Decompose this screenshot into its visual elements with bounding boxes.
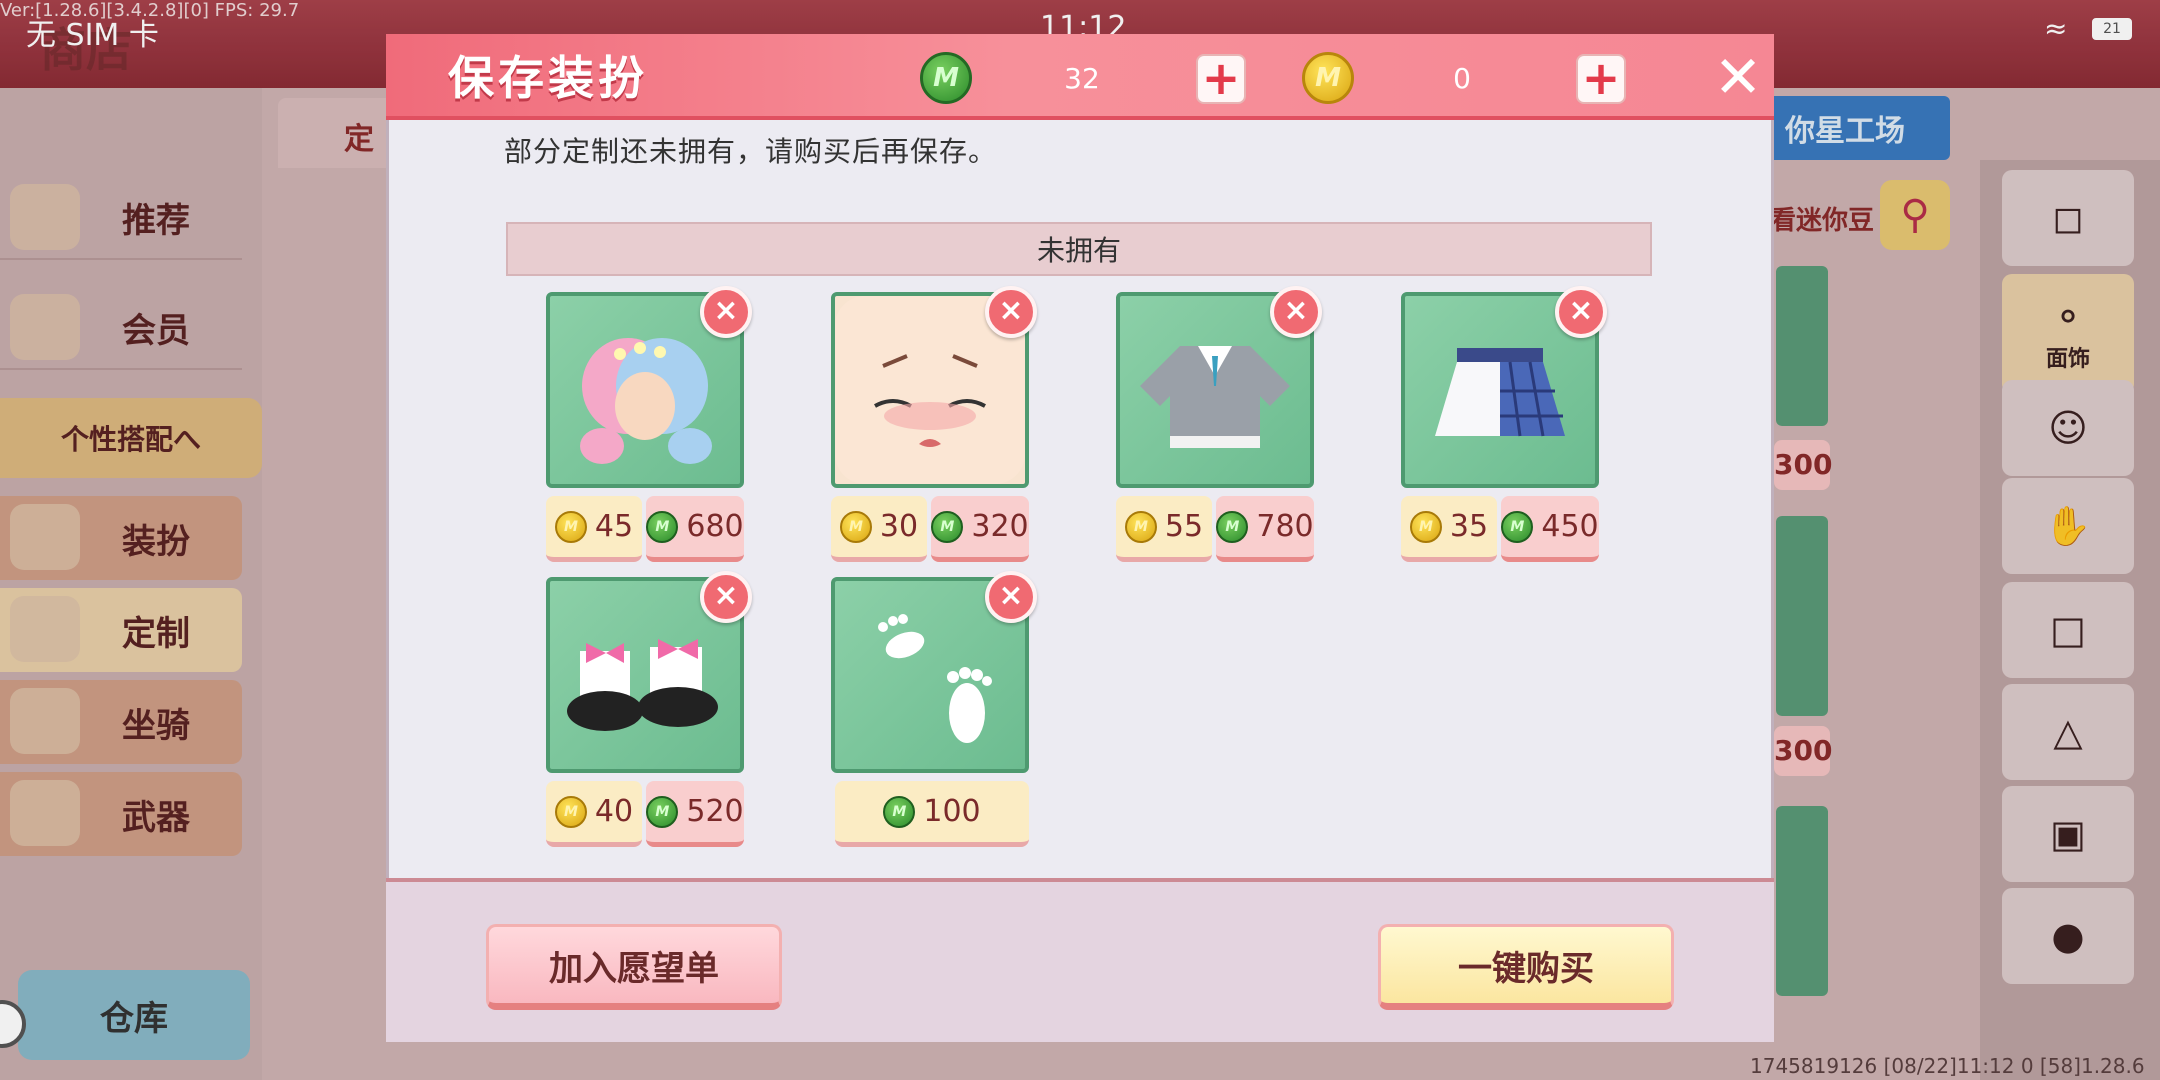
close-button[interactable]: ✕ [1710, 48, 1766, 106]
remove-item-button[interactable]: × [700, 286, 752, 338]
plus-icon: + [1201, 51, 1241, 105]
gem-coin-icon: M [920, 52, 972, 104]
dialog-title: 保存装扮 [448, 51, 648, 105]
remove-item-button[interactable]: × [700, 571, 752, 623]
dialog-message: 部分定制还未拥有，请购买后再保存。 [504, 135, 998, 168]
close-icon: × [713, 293, 739, 328]
gem-coin-icon: M [646, 510, 679, 543]
close-icon: × [713, 578, 739, 613]
gold-price[interactable]: M 45 [546, 496, 642, 562]
gem-price[interactable]: M 320 [931, 496, 1029, 562]
buy-all-button[interactable]: 一键购买 [1378, 924, 1674, 1010]
gold-coin-icon: M [1302, 52, 1354, 104]
gold-price[interactable]: M 35 [1401, 496, 1497, 562]
gem-balance: 32 [1064, 62, 1100, 95]
gold-price[interactable]: M 55 [1116, 496, 1212, 562]
gem-coin-icon: M [1216, 510, 1249, 543]
close-icon: × [1568, 293, 1594, 328]
add-coins-button[interactable]: + [1576, 54, 1626, 104]
coin-balance: 0 [1453, 62, 1471, 95]
gem-coin-icon: M [883, 795, 916, 828]
gem-coin-icon: M [1501, 510, 1534, 543]
unowned-section-header: 未拥有 [506, 222, 1652, 276]
remove-item-button[interactable]: × [985, 286, 1037, 338]
gem-price[interactable]: M 450 [1501, 496, 1599, 562]
gem-price[interactable]: M 680 [646, 496, 744, 562]
gem-price[interactable]: M 520 [646, 781, 744, 847]
close-icon: × [998, 578, 1024, 613]
gold-coin-icon: M [1124, 510, 1157, 543]
gold-price[interactable]: M 40 [546, 781, 642, 847]
close-icon: × [1283, 293, 1309, 328]
gold-coin-icon: M [554, 510, 587, 543]
gold-coin-icon: M [554, 795, 587, 828]
add-to-wishlist-button[interactable]: 加入愿望单 [486, 924, 782, 1010]
gold-coin-icon: M [839, 510, 872, 543]
remove-item-button[interactable]: × [985, 571, 1037, 623]
gold-price[interactable]: M 30 [831, 496, 927, 562]
gem-price[interactable]: M 100 [835, 781, 1029, 847]
gem-price[interactable]: M 780 [1216, 496, 1314, 562]
gem-coin-icon: M [646, 795, 679, 828]
close-icon: × [998, 293, 1024, 328]
add-gems-button[interactable]: + [1196, 54, 1246, 104]
plus-icon: + [1581, 51, 1621, 105]
remove-item-button[interactable]: × [1270, 286, 1322, 338]
close-icon: ✕ [1713, 43, 1763, 111]
gold-coin-icon: M [1409, 510, 1442, 543]
gem-coin-icon: M [931, 510, 964, 543]
remove-item-button[interactable]: × [1555, 286, 1607, 338]
